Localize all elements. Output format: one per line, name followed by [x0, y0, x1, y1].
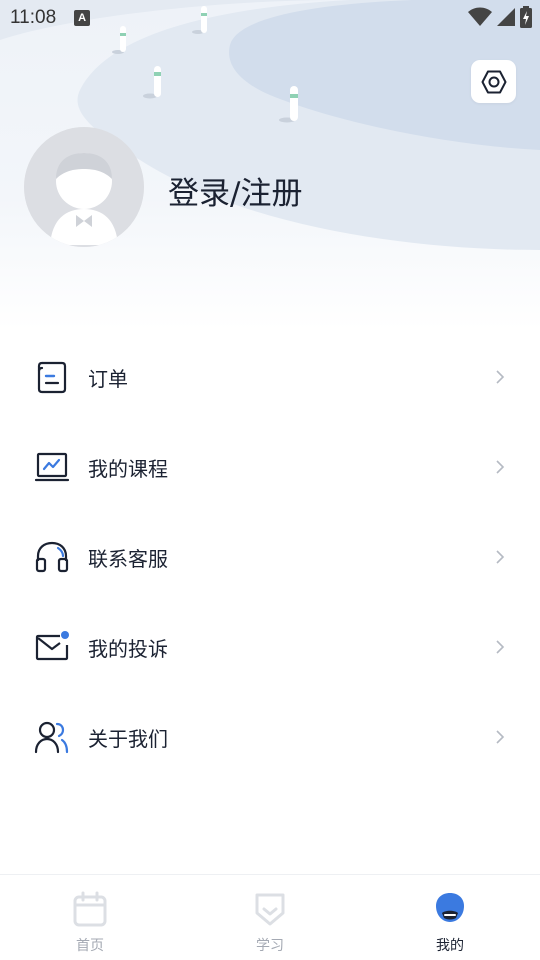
menu-item-label: 关于我们 — [88, 726, 168, 751]
chevron-right-icon — [496, 550, 505, 564]
chevron-right-icon — [496, 640, 505, 654]
avatar[interactable] — [24, 127, 144, 247]
settings-gear-icon — [481, 70, 506, 93]
chevron-right-icon — [496, 460, 505, 474]
menu-list: 订单 我的课程 联系客服 我的投诉 关于我们 — [0, 332, 540, 782]
tab-home[interactable]: 首页 — [0, 875, 180, 960]
menu-item-my-courses[interactable]: 我的课程 — [0, 422, 540, 512]
order-document-icon — [37, 361, 67, 394]
menu-item-label: 我的课程 — [88, 456, 168, 481]
headset-icon — [35, 541, 69, 573]
tab-study[interactable]: 学习 — [180, 875, 360, 960]
bottom-tab-bar: 首页 学习 我的 — [0, 874, 540, 960]
default-avatar-icon — [24, 127, 144, 247]
shield-icon — [255, 893, 285, 926]
menu-item-label: 我的投诉 — [88, 636, 168, 661]
course-chart-icon — [34, 452, 70, 482]
status-time: 11:08 — [10, 7, 57, 28]
tab-mine[interactable]: 我的 — [360, 875, 540, 960]
wifi-icon — [468, 7, 492, 26]
login-register-link[interactable]: 登录/注册 — [168, 168, 302, 213]
menu-item-label: 联系客服 — [88, 546, 168, 571]
profile-icon — [436, 893, 464, 922]
chevron-right-icon — [496, 730, 505, 744]
cellular-signal-icon — [497, 8, 515, 26]
notification-app-icon: A — [74, 10, 91, 26]
battery-icon — [520, 6, 532, 28]
menu-item-about-us[interactable]: 关于我们 — [0, 692, 540, 782]
tab-label: 学习 — [256, 938, 284, 954]
menu-item-order[interactable]: 订单 — [0, 332, 540, 422]
people-icon — [34, 721, 69, 754]
mail-icon — [35, 631, 69, 661]
tab-label: 首页 — [76, 938, 104, 954]
calendar-icon — [73, 891, 107, 927]
menu-item-label: 订单 — [88, 366, 128, 391]
status-bar: 11:08 A — [0, 0, 540, 36]
status-indicators — [468, 6, 532, 28]
menu-item-customer-service[interactable]: 联系客服 — [0, 512, 540, 602]
chevron-right-icon — [496, 370, 505, 384]
settings-button[interactable] — [471, 60, 516, 103]
tab-label: 我的 — [436, 938, 464, 954]
menu-item-my-complaints[interactable]: 我的投诉 — [0, 602, 540, 692]
